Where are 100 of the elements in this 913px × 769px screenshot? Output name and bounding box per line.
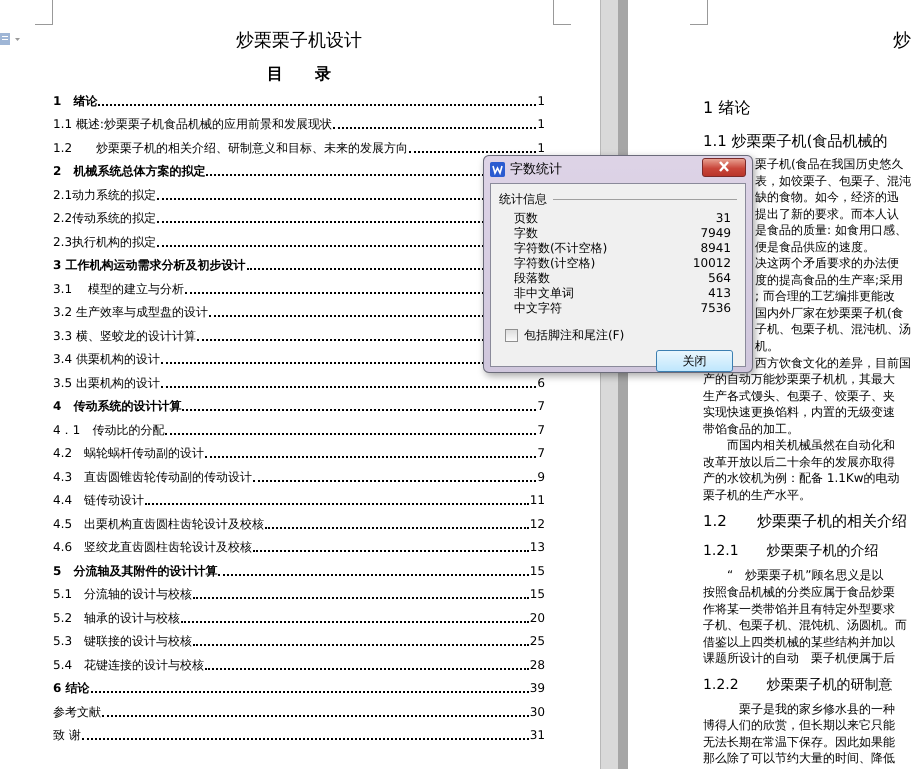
- toc-entry[interactable]: 3.1 模型的建立与分析: [53, 280, 184, 298]
- body-text-line: ; 而合理的工艺编排更能改: [755, 288, 895, 305]
- checkbox-label[interactable]: 包括脚注和尾注(F): [524, 326, 624, 344]
- body-text-line: 生产各式馒头、包栗子、饺栗子、夹: [703, 388, 895, 404]
- toc-entry[interactable]: 4.6 竖绞龙直齿圆柱齿轮设计及校核: [53, 538, 252, 556]
- page-number: 1: [537, 140, 545, 156]
- toc-entry[interactable]: 4.2 蜗轮蜗杆传动副的设计: [53, 444, 204, 462]
- toc-entry[interactable]: 1 绪论: [53, 92, 98, 110]
- toc-entry[interactable]: 3.4 供栗机构的设计: [53, 350, 160, 368]
- page-number: 15: [530, 562, 545, 580]
- page-number: 9: [537, 468, 545, 486]
- toc-entry[interactable]: 4.5 出栗机构直齿圆柱齿轮设计及校核: [53, 514, 264, 532]
- toc-entry[interactable]: 5.2 轴承的设计与校核: [53, 608, 180, 626]
- toc-entry[interactable]: 3.2 生产效率与成型盘的设计: [53, 303, 208, 321]
- body-text-line: 机。: [755, 338, 779, 355]
- body-text-line: 产的水饺机为例：配备 1.1Kw的电动: [703, 470, 900, 487]
- body-text-line: 无法长期在常温下保存。因此如果能: [703, 734, 895, 750]
- page-number: 31: [530, 727, 545, 744]
- dialog-title: 字数统计: [510, 160, 562, 179]
- toc-entry[interactable]: 致 谢: [53, 726, 81, 744]
- body-text-line: 决这两个矛盾要求的办法便: [755, 255, 899, 272]
- body-text-line: 提出了新的要求。而本人认: [755, 206, 899, 222]
- body-text-line: 度的提高食品的生产率;采用: [755, 272, 904, 288]
- stat-label: 页数: [514, 211, 538, 226]
- toc-entry[interactable]: 3 工作机构运动需求分析及初步设计: [53, 256, 246, 274]
- chapter-heading: 1 绪论: [703, 97, 750, 119]
- toc-heading: 目 录: [266, 63, 332, 85]
- close-button[interactable]: 关闭: [656, 350, 733, 372]
- toc-entry[interactable]: 1.2 炒栗栗子机的相关介绍、研制意义和目标、未来的发展方向: [53, 138, 408, 156]
- body-text-line: 便是食品供应的速度。: [755, 238, 875, 256]
- toc-entry[interactable]: 1.1 概述:炒栗栗子机食品机械的应用前景和发展现状: [53, 115, 332, 133]
- body-text-line: 产的自动万能炒栗栗子机机，其最大: [703, 371, 895, 388]
- toc-entry[interactable]: 4．1 传动比的分配: [53, 420, 164, 438]
- body-text-line: “ 炒栗栗子机”顾名思义是以: [726, 567, 884, 584]
- toc-entry[interactable]: 2.1动力系统的拟定: [53, 186, 156, 204]
- stat-label: 字符数(计空格): [514, 256, 596, 271]
- stat-value: 8941: [700, 241, 731, 256]
- body-text-line: 作将某一类带馅并且有特定外型要求: [703, 600, 895, 618]
- body-text-line: 带馅食品的加工。: [703, 420, 799, 438]
- section-heading: 1.2 炒栗栗子机的相关介绍: [703, 511, 907, 532]
- page-number: 39: [530, 680, 545, 697]
- stat-value: 7536: [700, 301, 731, 316]
- close-icon: [718, 161, 730, 172]
- toc-entry[interactable]: 5.4 花键连接的设计与校核: [53, 656, 204, 674]
- body-text-line: 博得人们的欣赏，但长期以来它只能: [703, 717, 895, 734]
- toc-entry[interactable]: 3.3 横、竖蛟龙的设计计算: [53, 326, 196, 344]
- body-text-line: 栗子机(食品在我国历史悠久: [755, 156, 904, 173]
- document-title: 炒: [892, 29, 912, 53]
- body-text-line: 西方饮食文化的差异，目前国: [755, 354, 911, 372]
- body-text-line: 改革开放以后二十余年的发展亦取得: [703, 454, 895, 470]
- page-number: 6: [537, 374, 545, 392]
- body-text-line: 实现快速更换馅料，内置的无级变速: [703, 404, 895, 421]
- toc-entry[interactable]: 4.4 链传动设计: [53, 491, 144, 509]
- stat-label: 字符数(不计空格): [514, 241, 608, 256]
- page-number: 1: [537, 92, 545, 110]
- toc-entry[interactable]: 2.3执行机构的拟定: [53, 232, 156, 250]
- body-text-line: 缺的食物。如今，经济的迅: [755, 189, 899, 206]
- page-number: 13: [530, 539, 545, 556]
- toc-entry[interactable]: 3.5 出栗机构的设计: [53, 374, 160, 392]
- subsection-heading: 1.2.1 炒栗栗子机的介绍: [703, 542, 879, 562]
- page-number: 7: [537, 422, 545, 438]
- page-number: 1: [537, 116, 545, 133]
- page-number: 12: [530, 516, 545, 532]
- body-text-line: 栗子是我的家乡修水县的一种: [738, 700, 895, 718]
- stat-label: 字数: [514, 226, 538, 241]
- close-button[interactable]: [702, 158, 746, 177]
- checkbox[interactable]: [505, 328, 518, 342]
- toc-entry[interactable]: 2.2传动系统的拟定: [53, 209, 156, 227]
- page-number: 28: [530, 656, 545, 674]
- toc-entry[interactable]: 5.1 分流轴的设计与校核: [53, 585, 192, 603]
- body-text-line: 按照食品机械的分类应属于食品炒栗: [703, 584, 895, 601]
- stat-value: 7949: [700, 226, 731, 241]
- toc-entry[interactable]: 5 分流轴及其附件的设计计算: [53, 562, 218, 580]
- body-text-line: 栗子机的生产水平。: [703, 486, 811, 504]
- crop-mark: [690, 0, 708, 25]
- body-text-line: 课题所设计的自动 栗子机便属于后: [703, 650, 895, 667]
- toc-entry[interactable]: 5.3 键联接的设计与校核: [53, 632, 192, 650]
- document-title: 炒栗栗子机设计: [235, 29, 363, 53]
- stat-value: 31: [716, 211, 731, 226]
- body-text-line: 而国内相关机械虽然在自动化和: [726, 437, 895, 454]
- stat-value: 564: [708, 271, 731, 286]
- group-label: 统计信息: [499, 191, 547, 208]
- section-heading: 1.1 炒栗栗子机(食品机械的: [703, 131, 888, 152]
- crop-mark: [553, 0, 571, 25]
- toc-entry[interactable]: 6 结论: [53, 679, 90, 697]
- stat-label: 中文字符: [514, 301, 562, 316]
- paste-options-icon[interactable]: [0, 33, 20, 45]
- subsection-heading: 1.2.2 炒栗栗子机的研制意: [703, 676, 893, 695]
- stat-value: 10012: [692, 256, 731, 271]
- toc-entry[interactable]: 4 传动系统的设计计算: [53, 397, 182, 415]
- body-text-line: 表，如饺栗子、包栗子、混沌: [755, 172, 911, 190]
- toc-entry[interactable]: 2 机械系统总体方案的拟定: [53, 162, 206, 180]
- toc-entry[interactable]: 参考文献: [53, 702, 101, 720]
- app-icon: [490, 162, 505, 177]
- page-number: 15: [530, 586, 545, 603]
- crop-mark: [35, 0, 53, 25]
- body-text-line: 子机、包栗子机、混饨机、汤圆机。而: [703, 617, 907, 634]
- stat-label: 段落数: [514, 271, 550, 286]
- body-text-line: 子机、包栗子机、混沌机、汤: [755, 321, 911, 338]
- toc-entry[interactable]: 4.3 直齿圆锥齿轮传动副的传动设计: [53, 468, 252, 486]
